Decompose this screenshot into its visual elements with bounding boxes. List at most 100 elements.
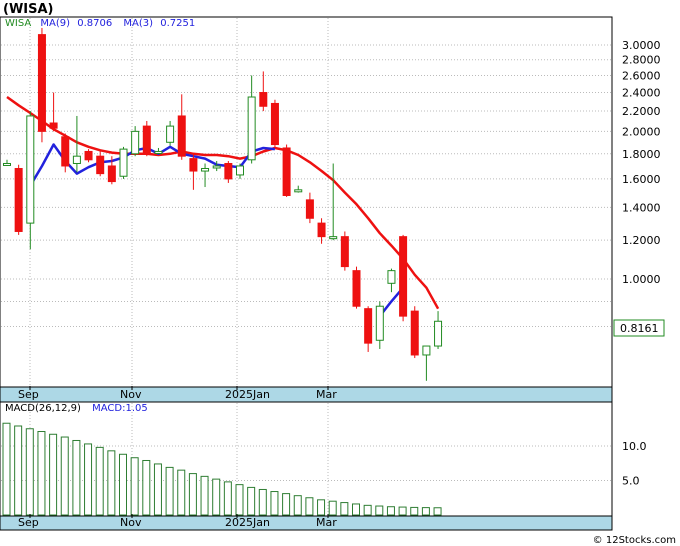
candle-body [247,96,256,161]
time-axis-label: Sep [18,388,39,401]
candle-body [96,155,105,175]
macd-bar [305,497,314,516]
macd-bar [235,484,244,516]
time-axis-label: 2025Jan [225,516,270,529]
candle-body [422,345,431,356]
macd-bar [107,450,116,516]
macd-bar [398,506,407,516]
legend-ma3-label: MA(3) [123,18,153,29]
candle-body [375,305,384,341]
macd-bar [352,503,360,516]
candle-body [399,236,408,317]
candle-body [410,310,419,356]
macd-bar [223,481,232,516]
last-price-label: 0.8161 [620,322,659,335]
candle-body [434,320,443,347]
candle-body [37,34,46,132]
price-legend: WISA MA(9) 0.8706 MA(3) 0.7251 [5,18,195,29]
price-tick-label: 2.4000 [622,87,661,100]
price-tick-label: 1.0000 [622,273,661,286]
macd-bar [200,475,209,516]
candle-body [61,136,70,167]
chart-title: (WISA) [3,2,53,17]
candle-body [72,155,81,164]
macd-bar [130,457,139,516]
price-tick-label: 1.6000 [622,173,661,186]
legend-symbol: WISA [5,18,31,29]
macd-y-axis: 5.0 10.0 [622,440,647,488]
price-tick-label: 1.8000 [622,148,661,161]
candle-body [270,102,279,146]
candle-body [212,165,221,169]
candle-body [119,148,128,177]
time-axis-band-bottom [0,515,613,531]
candle-body [26,115,35,224]
macd-params-label: MACD(26,12,9) [5,403,81,414]
candle-body [154,150,163,154]
macd-bar [37,431,46,516]
candle-body [236,165,244,176]
price-tick-label: 2.6000 [622,69,661,82]
legend-ma9-label: MA(9) [40,18,70,29]
watermark: © 12Stocks.com [593,535,676,546]
macd-bar [282,493,291,516]
macd-bar [14,425,23,516]
macd-bar [433,507,442,516]
macd-bar [375,505,384,516]
macd-bar [153,463,162,516]
candle-body [317,222,326,238]
time-axis-label: Nov [120,388,142,401]
candle-body [282,147,291,196]
candle-body [166,125,175,143]
candle-body [107,165,116,183]
macd-bar [270,491,279,516]
macd-bar [421,507,430,516]
macd-bar [84,443,93,516]
macd-bar [410,506,419,516]
legend-ma3-value: 0.7251 [160,18,195,29]
time-axis-band-top [0,386,613,403]
candle-body [49,122,58,129]
time-axis-label: Nov [120,516,142,529]
candle-body [131,130,140,155]
candle-body [329,236,338,240]
time-axis-label: Sep [18,516,39,529]
macd-bar [165,466,174,516]
macd-bar [119,453,127,516]
macd-bar [2,422,11,516]
macd-bar [49,433,58,516]
candle-body [3,162,11,166]
macd-bar [293,495,302,516]
candle-body [84,150,93,161]
macd-bar [340,502,349,516]
price-tick-label: 2.8000 [622,54,661,67]
price-tick-label: 2.2000 [622,105,661,118]
candle-body [224,162,233,180]
time-axis-label: Mar [316,388,337,401]
price-tick-label: 1.4000 [622,201,661,214]
macd-bar [363,504,372,516]
candle-body [259,92,268,107]
macd-bar [60,436,69,516]
macd-bar [25,428,34,516]
candle-body [294,189,303,193]
macd-tick-label: 5.0 [622,475,640,488]
candle-body [364,308,373,344]
time-axis-label: Mar [316,516,337,529]
candle-body [142,125,151,155]
macd-bar [328,500,337,516]
candle-body [387,270,396,284]
macd-legend: MACD(26,12,9) MACD:1.05 [5,403,148,414]
candle-body [352,270,361,307]
price-tick-label: 3.0000 [622,39,661,52]
macd-bar [177,469,186,516]
macd-bar [212,478,221,516]
macd-bar [95,446,104,516]
candle-body [305,199,314,219]
candle-body [340,236,349,268]
legend-ma9-value: 0.8706 [77,18,112,29]
macd-bar [386,506,395,516]
candle-body [201,167,210,172]
candle-body [189,158,198,172]
macd-bar [142,459,151,516]
